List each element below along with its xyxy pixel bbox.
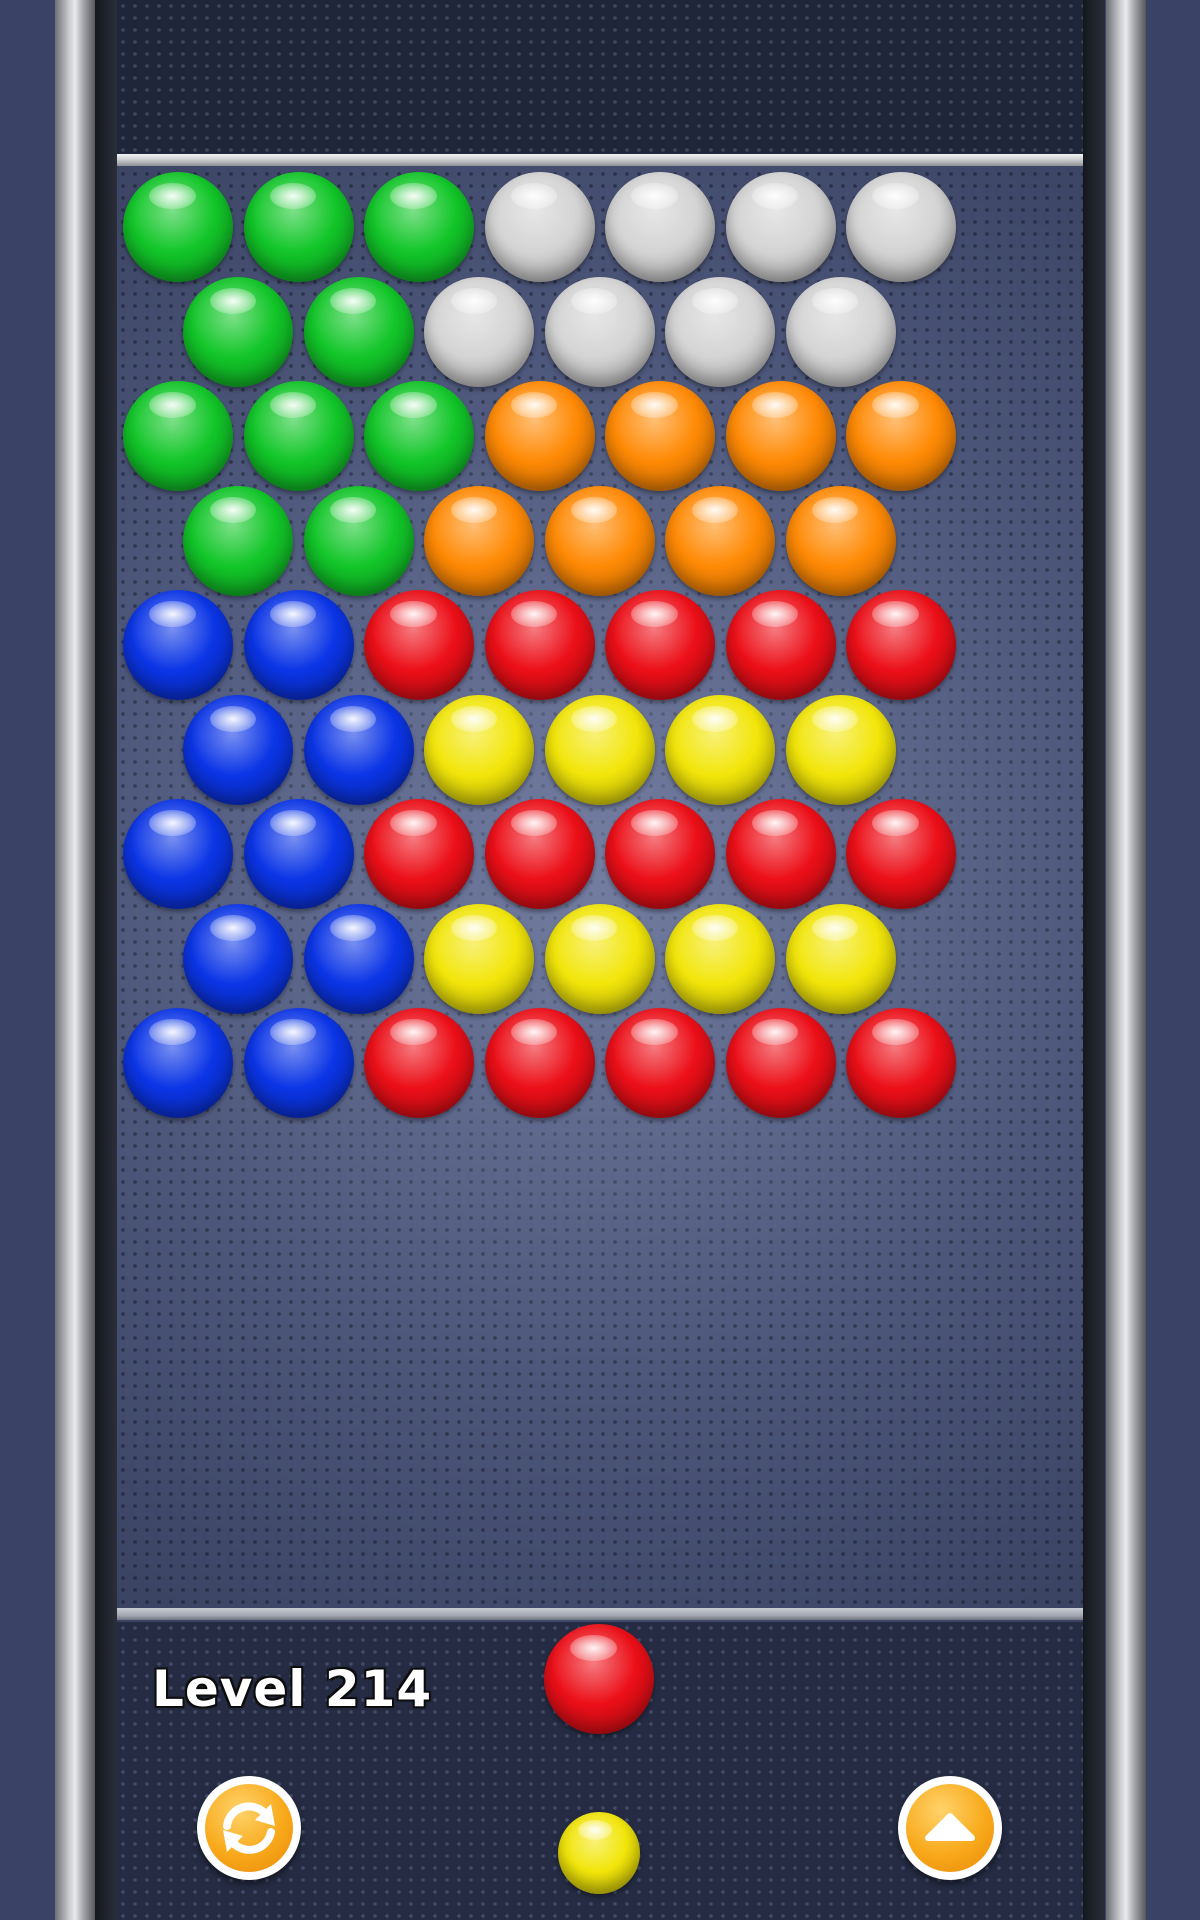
bubble-blue <box>303 694 414 805</box>
bubble-orange <box>846 381 956 491</box>
bubble-yellow <box>544 694 655 805</box>
bubble-white <box>785 276 896 387</box>
bubble-blue <box>243 1008 354 1118</box>
bubble-blue <box>123 1008 233 1118</box>
bubble-green <box>303 276 414 387</box>
bubble-blue <box>243 799 354 909</box>
up-arrow-icon <box>925 1813 975 1841</box>
bubble-green <box>364 381 474 491</box>
bubble-red <box>484 799 595 909</box>
bubble-yellow <box>424 903 535 1014</box>
refresh-arrows-icon <box>223 1802 275 1854</box>
bubble-yellow <box>665 903 776 1014</box>
bubble-red <box>846 799 956 909</box>
bubble-red <box>484 590 595 700</box>
bubble-orange <box>665 485 776 596</box>
bubble-orange <box>725 381 836 491</box>
bubble-yellow <box>785 903 896 1014</box>
bubble-blue <box>123 590 233 700</box>
bubble-green <box>183 276 294 387</box>
swap-button[interactable] <box>197 1776 301 1880</box>
bubble-red <box>605 799 715 909</box>
bubble-orange <box>785 485 896 596</box>
bubble-white <box>424 276 535 387</box>
bubble-white <box>846 172 956 282</box>
bubble-white <box>665 276 776 387</box>
bubble-white <box>484 172 595 282</box>
bubble-green <box>243 172 354 282</box>
bubble-red <box>364 799 474 909</box>
bubble-red <box>846 1008 956 1118</box>
bubble-orange <box>484 381 595 491</box>
bubble-blue <box>183 694 294 805</box>
next-bubble[interactable] <box>558 1812 640 1894</box>
bubble-white <box>725 172 836 282</box>
bubble-green <box>123 172 233 282</box>
bubble-yellow <box>544 903 655 1014</box>
bubble-white <box>544 276 655 387</box>
bubble-red <box>725 799 836 909</box>
bubble-red <box>605 1008 715 1118</box>
bubble-red <box>846 590 956 700</box>
bubble-yellow <box>665 694 776 805</box>
bubble-blue <box>123 799 233 909</box>
bubble-red <box>605 590 715 700</box>
bubble-blue <box>243 590 354 700</box>
bubble-red <box>364 590 474 700</box>
bubble-green <box>183 485 294 596</box>
bubble-yellow <box>785 694 896 805</box>
bubble-orange <box>544 485 655 596</box>
bubble-orange <box>424 485 535 596</box>
bubble-orange <box>605 381 715 491</box>
bubble-green <box>123 381 233 491</box>
bubble-blue <box>183 903 294 1014</box>
bubble-yellow <box>424 694 535 805</box>
bubble-white <box>605 172 715 282</box>
bubble-green <box>303 485 414 596</box>
aim-up-button[interactable] <box>898 1776 1002 1880</box>
bubble-blue <box>303 903 414 1014</box>
bubble-red <box>725 590 836 700</box>
bubble-green <box>243 381 354 491</box>
bubble-green <box>364 172 474 282</box>
bubble-red <box>364 1008 474 1118</box>
level-label: Level 214 <box>152 1660 433 1718</box>
current-shooter-bubble[interactable] <box>544 1624 654 1734</box>
bubble-red <box>725 1008 836 1118</box>
bubble-red <box>484 1008 595 1118</box>
